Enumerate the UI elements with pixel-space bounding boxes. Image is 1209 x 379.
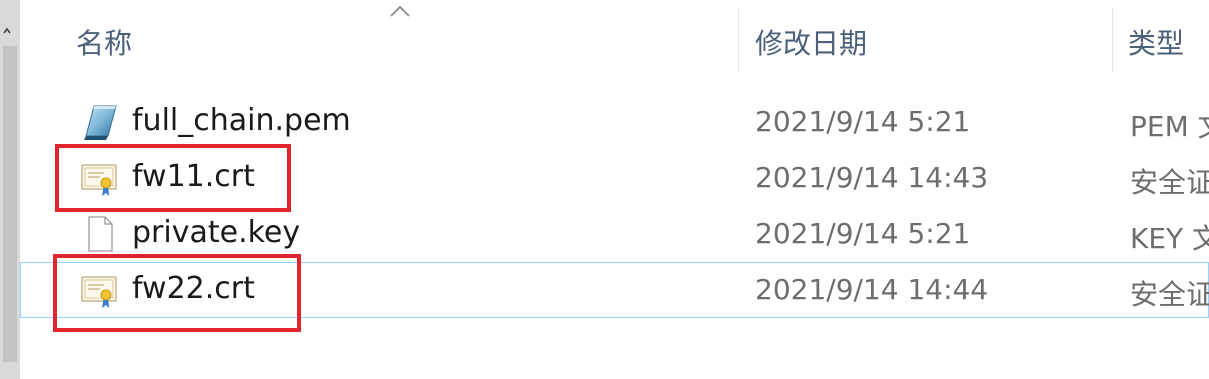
file-row[interactable]: fw11.crt 2021/9/14 14:43 安全证 [20,150,1209,206]
file-type: 安全证 [1130,278,1209,311]
file-type: KEY 文 [1130,222,1209,255]
file-date-modified: 2021/9/14 5:21 [755,105,971,138]
pem-file-icon [84,105,117,140]
file-row[interactable]: full_chain.pem 2021/9/14 5:21 PEM 文 [20,94,1209,150]
column-header-bar: 名称 修改日期 类型 [20,0,1209,75]
file-type: 安全证 [1130,166,1209,199]
navigation-pane-scrollbar[interactable] [0,0,20,379]
blank-file-icon [88,216,113,252]
file-name[interactable]: fw11.crt [132,159,255,194]
file-row[interactable]: fw22.crt 2021/9/14 14:44 安全证 [20,262,1209,318]
column-header-type[interactable]: 类型 [1128,22,1184,62]
certificate-icon [81,276,117,308]
certificate-icon [81,164,117,196]
file-name[interactable]: full_chain.pem [132,103,351,138]
file-name[interactable]: fw22.crt [132,271,255,306]
scroll-up-icon[interactable] [3,26,11,36]
column-header-date-modified[interactable]: 修改日期 [755,22,867,62]
chevron-up-icon [390,5,410,17]
column-header-name[interactable]: 名称 [76,22,132,62]
file-name[interactable]: private.key [132,215,300,250]
file-type: PEM 文 [1130,110,1209,143]
file-date-modified: 2021/9/14 14:43 [755,161,989,194]
column-divider[interactable] [738,8,739,72]
scrollbar-thumb[interactable] [3,46,17,362]
column-divider[interactable] [1112,8,1113,72]
file-row[interactable]: private.key 2021/9/14 5:21 KEY 文 [20,206,1209,262]
file-explorer-list: 名称 修改日期 类型 full_chain.pem 2021/9/14 5:21… [0,0,1209,379]
file-date-modified: 2021/9/14 14:44 [755,273,989,306]
file-date-modified: 2021/9/14 5:21 [755,217,971,250]
